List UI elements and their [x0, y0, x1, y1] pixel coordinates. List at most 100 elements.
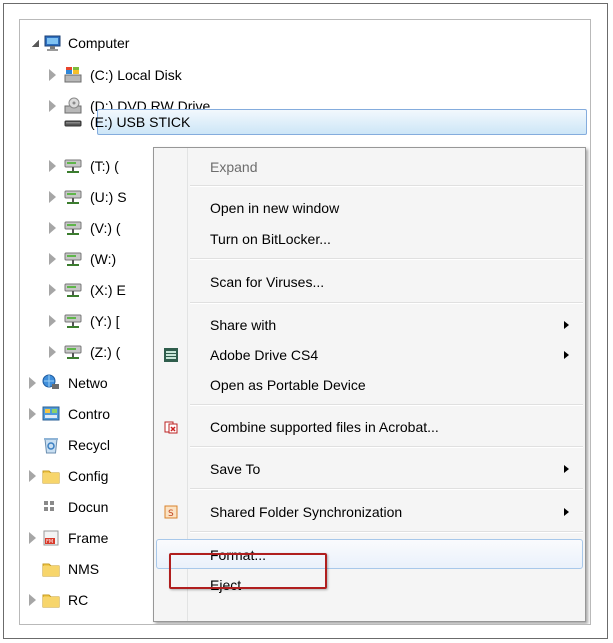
menu-separator — [190, 404, 583, 406]
svg-text:S: S — [168, 509, 174, 519]
menu-separator — [190, 185, 583, 187]
tree-label-computer: Computer — [68, 35, 130, 51]
menu-item-scan-for-viruses[interactable]: Scan for Viruses... — [156, 267, 583, 297]
library-icon — [44, 501, 54, 511]
tree-label-t-drive: (T:) ( — [90, 158, 119, 174]
expander-closed-icon[interactable] — [49, 222, 56, 234]
network-drive-icon — [64, 252, 82, 266]
network-drive-icon — [64, 345, 82, 359]
network-drive-icon — [64, 221, 82, 235]
tree-item-recycle-bin[interactable]: Recycl — [20, 432, 140, 458]
tree-item-v-drive[interactable]: (V:) ( — [20, 215, 160, 241]
tree-label-y-drive: (Y:) [ — [90, 313, 120, 329]
framemaker-icon: FM — [43, 530, 59, 546]
tree-label-nms: NMS — [68, 561, 100, 577]
tree-item-control-panel[interactable]: Contro — [20, 401, 140, 427]
expander-closed-icon[interactable] — [49, 69, 56, 81]
menu-item-label: Adobe Drive CS4 — [210, 347, 319, 363]
usb-drive-icon — [64, 120, 82, 127]
recycle-bin-icon — [44, 438, 58, 454]
expander-closed-icon[interactable] — [49, 253, 56, 265]
tree-label-rc: RC — [68, 592, 89, 608]
menu-item-label: Turn on BitLocker... — [210, 231, 331, 247]
submenu-arrow-icon — [564, 351, 569, 359]
tree-item-c-drive[interactable]: (C:) Local Disk — [20, 62, 580, 88]
menu-separator — [190, 488, 583, 490]
network-drive-icon — [64, 190, 82, 204]
expander-closed-icon[interactable] — [29, 470, 36, 482]
menu-item-label: Open in new window — [210, 200, 340, 216]
menu-item-share-with[interactable]: Share with — [156, 310, 583, 340]
local-disk-icon — [64, 67, 82, 83]
expander-closed-icon[interactable] — [29, 532, 36, 544]
computer-icon — [44, 35, 61, 51]
expander-closed-icon[interactable] — [49, 191, 56, 203]
tree-item-w-drive[interactable]: (W:) — [20, 246, 160, 272]
tree-label-network: Netwo — [68, 375, 108, 391]
adobe-drive-icon — [164, 348, 178, 362]
tree-label-config: Config — [68, 468, 109, 484]
menu-separator — [190, 258, 583, 260]
menu-item-combine-acrobat[interactable]: Combine supported files in Acrobat... — [156, 412, 583, 442]
context-menu: Expand Open in new window Turn on BitLoc… — [153, 147, 586, 622]
tree-item-documents[interactable]: Docun — [20, 494, 140, 520]
submenu-arrow-icon — [564, 321, 569, 329]
tree-item-t-drive[interactable]: (T:) ( — [20, 153, 160, 179]
tree-item-rc[interactable]: RC — [20, 587, 140, 613]
tree-item-config[interactable]: Config — [20, 463, 140, 489]
format-highlight-box — [169, 553, 327, 589]
expander-closed-icon[interactable] — [49, 346, 56, 358]
tree-item-network[interactable]: Netwo — [20, 370, 140, 396]
menu-item-open-new-window[interactable]: Open in new window — [156, 193, 583, 223]
shared-folder-sync-icon: S — [164, 505, 178, 519]
folder-icon — [42, 470, 60, 484]
menu-item-label: Expand — [210, 159, 258, 175]
expander-closed-icon[interactable] — [29, 377, 36, 389]
menu-item-label: Combine supported files in Acrobat... — [210, 419, 439, 435]
tree-label-recycle-bin: Recycl — [68, 437, 111, 453]
tree-label-c-drive: (C:) Local Disk — [90, 67, 182, 83]
menu-separator — [190, 531, 583, 533]
tree-item-computer[interactable]: Computer — [20, 30, 580, 56]
svg-text:FM: FM — [46, 539, 53, 545]
menu-item-shared-folder-sync[interactable]: S Shared Folder Synchronization — [156, 497, 583, 527]
expander-closed-icon[interactable] — [29, 594, 36, 606]
menu-item-label: Shared Folder Synchronization — [210, 504, 403, 520]
tree-item-y-drive[interactable]: (Y:) [ — [20, 308, 160, 334]
tree-item-z-drive[interactable]: (Z:) ( — [20, 339, 160, 365]
menu-item-adobe-drive[interactable]: Adobe Drive CS4 — [156, 340, 583, 370]
menu-item-turn-on-bitlocker[interactable]: Turn on BitLocker... — [156, 224, 583, 254]
menu-separator — [190, 446, 583, 448]
tree-item-e-drive[interactable]: (E:) USB STICK — [20, 109, 580, 135]
tree-item-nms[interactable]: NMS — [20, 556, 140, 582]
tree-item-x-drive[interactable]: (X:) E — [20, 277, 160, 303]
folder-icon — [42, 594, 60, 608]
tree-label-frame: Frame — [68, 530, 109, 546]
tree-item-frame[interactable]: FM Frame — [20, 525, 140, 551]
folder-icon — [42, 563, 60, 577]
tree-label-documents: Docun — [68, 499, 109, 515]
expander-open-icon[interactable] — [32, 40, 39, 47]
expander-closed-icon[interactable] — [49, 284, 56, 296]
control-panel-icon — [42, 406, 60, 421]
tree-label-v-drive: (V:) ( — [90, 220, 121, 236]
tree-label-x-drive: (X:) E — [90, 282, 126, 298]
expander-closed-icon[interactable] — [49, 315, 56, 327]
acrobat-combine-icon — [164, 421, 178, 434]
tree-item-u-drive[interactable]: (U:) S — [20, 184, 160, 210]
network-drive-icon — [64, 159, 82, 173]
menu-item-open-portable-device[interactable]: Open as Portable Device — [156, 370, 583, 400]
menu-item-expand[interactable]: Expand — [156, 152, 583, 182]
menu-item-label: Save To — [210, 461, 261, 477]
submenu-arrow-icon — [564, 465, 569, 473]
expander-closed-icon[interactable] — [29, 408, 36, 420]
tree-label-control-panel: Contro — [68, 406, 111, 422]
network-drive-icon — [64, 283, 82, 297]
network-icon — [42, 374, 59, 389]
menu-item-save-to[interactable]: Save To — [156, 454, 583, 484]
submenu-arrow-icon — [564, 508, 569, 516]
menu-item-label: Share with — [210, 317, 277, 333]
navigation-pane: Computer (C:) Local Disk (D:) DVD RW Dri… — [19, 19, 591, 625]
tree-label-z-drive: (Z:) ( — [90, 344, 121, 360]
expander-closed-icon[interactable] — [49, 160, 56, 172]
